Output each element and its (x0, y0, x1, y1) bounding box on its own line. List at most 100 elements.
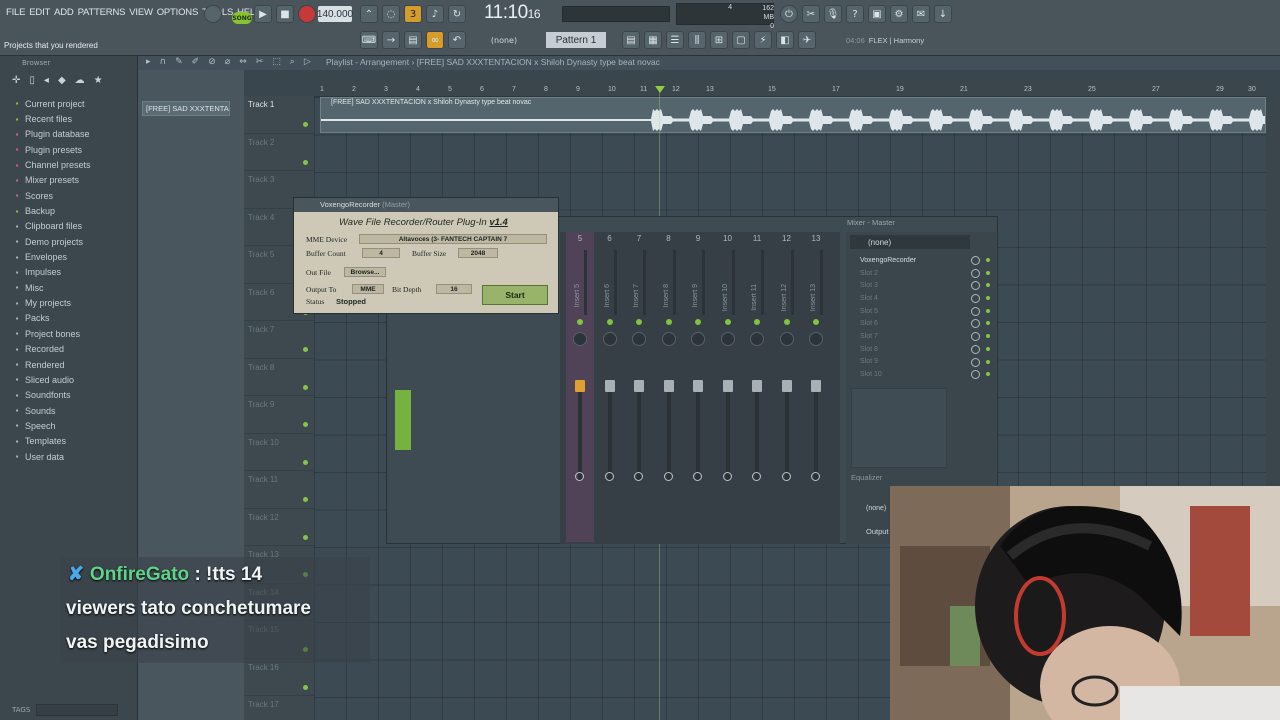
volume-fader-handle[interactable] (663, 380, 674, 392)
browser-item[interactable]: ▪ Templates (12, 434, 91, 449)
help-icon[interactable]: ? (846, 5, 864, 23)
insert-enable-led[interactable] (636, 319, 642, 325)
track-header[interactable]: Track 1 (244, 96, 314, 134)
tags-input[interactable] (36, 704, 118, 716)
mixer-insert-strip[interactable]: 7 Insert 7 (625, 232, 653, 542)
playhead-marker[interactable] (655, 86, 665, 93)
track-enable-led[interactable] (303, 684, 308, 690)
browser-item[interactable]: ▪ Packs (12, 311, 91, 326)
fx-slot[interactable]: Slot 10 (852, 368, 992, 381)
piano-roll-icon[interactable]: ▦ (644, 31, 662, 49)
insert-enable-led[interactable] (754, 319, 760, 325)
mixer-insert-strip[interactable]: 5 Insert 5 (566, 232, 594, 542)
browser-cloud-icon[interactable]: ☁ (75, 75, 85, 86)
fx-slot[interactable]: Slot 4 (852, 292, 992, 305)
track-header[interactable]: Track 8 (244, 358, 314, 396)
fx-slot[interactable]: Slot 6 (852, 317, 992, 330)
mixer-insert-strip[interactable]: 9 Insert 9 (684, 232, 712, 542)
track-enable-led[interactable] (303, 122, 308, 127)
track-header[interactable]: Track 16 (244, 658, 314, 696)
channel-rack-icon[interactable]: ☰ (666, 31, 684, 49)
browser-item[interactable]: ▪ Current project (12, 96, 91, 111)
equalizer-graph[interactable] (851, 388, 947, 468)
pl-play-icon[interactable]: ▷ (304, 57, 311, 67)
mixer-insert-strip[interactable]: 6 Insert 6 (596, 232, 624, 542)
volume-fader-handle[interactable] (811, 380, 821, 392)
track-enable-led[interactable] (303, 384, 308, 390)
tempo-display[interactable]: 140.000 (317, 6, 353, 22)
route-button[interactable] (634, 472, 643, 481)
browser-item[interactable]: ▪ Rendered (12, 357, 91, 372)
timeline-ruler[interactable]: 1 2 3 4 5 6 7 8 9 10 11 12 13 15 17 19 21 23 25 27 29 30 (314, 84, 1266, 97)
track-header[interactable]: Track 10 (244, 433, 314, 471)
menu-view[interactable]: VIEW (127, 7, 154, 18)
route-button[interactable] (693, 472, 702, 481)
track-enable-led[interactable] (303, 159, 308, 165)
pl-mute-icon[interactable]: ⌀ (225, 57, 230, 67)
blend-notes-icon[interactable]: ♪ (426, 5, 444, 23)
browser-item[interactable]: ▪ Sounds (12, 403, 91, 418)
pl-magnet-icon[interactable]: ∩ (160, 57, 167, 67)
plugin-picker-icon[interactable]: ⊞ (710, 31, 728, 49)
pattern-song-knob-icon[interactable] (204, 5, 222, 23)
insert-enable-led[interactable] (813, 319, 819, 325)
mixer-insert-strip[interactable]: 10 Insert 10 (714, 232, 742, 542)
buffer-size-field[interactable]: 2048 (458, 248, 498, 258)
mme-device-select[interactable]: Altavoces (3- FANTECH CAPTAIN 7 (359, 234, 547, 244)
pan-knob[interactable] (602, 332, 617, 346)
pattern-selector[interactable]: Pattern 1 (546, 32, 606, 48)
menu-options[interactable]: OPTIONS (155, 7, 200, 18)
pl-delete-icon[interactable]: ⊘ (208, 57, 216, 67)
link-icon[interactable]: ∞ (426, 31, 444, 49)
project-picker-icon[interactable]: ▢ (732, 31, 750, 49)
browser-item[interactable]: ▪ Plugin presets (12, 142, 91, 157)
pan-knob[interactable] (661, 332, 676, 346)
track-header[interactable]: Track 17 (244, 696, 314, 720)
loop-record-icon[interactable]: ↻ (448, 5, 466, 23)
volume-fader-handle[interactable] (752, 380, 762, 392)
mixer-icon[interactable]: ⫼ (688, 31, 706, 49)
pattern-none-selector[interactable]: (none) (480, 33, 528, 47)
step-edit-icon[interactable]: → (382, 31, 400, 49)
countdown-icon[interactable]: 3 (404, 5, 422, 23)
track-header[interactable]: Track 11 (244, 471, 314, 509)
song-mode-toggle[interactable]: SONG (232, 12, 252, 24)
pan-knob[interactable] (779, 332, 794, 346)
pl-draw-icon[interactable]: ✎ (175, 57, 183, 67)
record-button[interactable] (298, 5, 316, 23)
recorder-titlebar[interactable]: VoxengoRecorder (Master) (294, 198, 558, 212)
mixer-output-none[interactable]: (none) (866, 505, 886, 512)
menu-file[interactable]: FILE (4, 7, 27, 18)
plug-icon[interactable]: ⚡ (754, 31, 772, 49)
volume-fader-handle[interactable] (634, 380, 644, 392)
mixer-insert-strip[interactable]: 8 Insert 8 (655, 232, 683, 542)
route-button[interactable] (752, 472, 761, 481)
browser-item[interactable]: ▪ Clipboard files (12, 219, 91, 234)
fx-slot[interactable]: Slot 7 (852, 330, 992, 343)
metronome-icon[interactable]: ⌃ (360, 5, 378, 23)
browser-item[interactable]: ▪ Demo projects (12, 234, 91, 249)
playlist-icon[interactable]: ▤ (622, 31, 640, 49)
fx-slot[interactable]: Slot 3 (852, 279, 992, 292)
stop-button[interactable]: ■ (276, 5, 294, 23)
volume-fader-handle[interactable] (693, 380, 703, 392)
mixer-insert-strip[interactable]: 11 Insert 11 (743, 232, 771, 542)
pl-slip-icon[interactable]: ⇔ (239, 57, 247, 67)
track-enable-led[interactable] (303, 497, 308, 502)
menu-add[interactable]: ADD (52, 7, 75, 18)
route-button[interactable] (604, 472, 614, 481)
snap-icon[interactable]: ▤ (404, 31, 422, 49)
track-header[interactable]: Track 12 (244, 508, 314, 546)
track-header[interactable]: Track 7 (244, 321, 314, 359)
pan-knob[interactable] (573, 332, 587, 346)
pan-knob[interactable] (720, 332, 735, 346)
microphone-icon[interactable]: 🎙 (824, 5, 842, 23)
download-icon[interactable]: ↓ (934, 5, 952, 23)
route-button[interactable] (663, 472, 673, 481)
track-header[interactable]: Track 2 (244, 133, 314, 171)
browser-item[interactable]: ▪ Soundfonts (12, 388, 91, 403)
output-to-field[interactable]: MME (352, 284, 384, 294)
pl-zoom-icon[interactable]: ⌕ (290, 57, 295, 67)
browser-item[interactable]: ▪ Envelopes (12, 249, 91, 264)
volume-fader-handle[interactable] (781, 380, 792, 392)
